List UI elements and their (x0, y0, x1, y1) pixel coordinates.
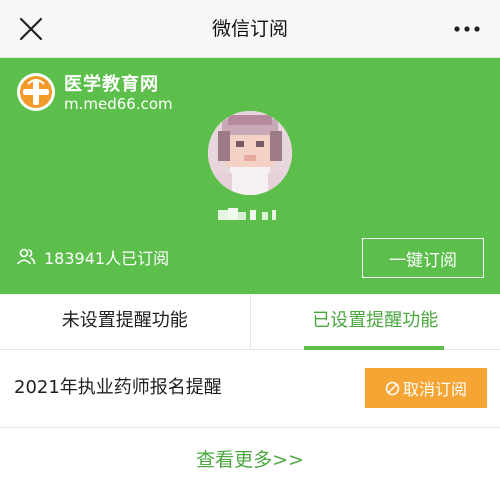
tab-not-set[interactable]: 未设置提醒功能 (0, 294, 251, 349)
page-title: 微信订阅 (211, 18, 288, 40)
people-icon (16, 248, 36, 265)
logo-url: m.med66.com (64, 95, 173, 113)
subscriber-count: 183941人已订阅 (16, 242, 169, 272)
nav-bar: 微信订阅 (0, 0, 500, 58)
logo-title: 医学教育网 (64, 74, 159, 95)
more-icon[interactable] (452, 18, 482, 40)
avatar-image (208, 111, 292, 195)
account-name-pixelated (200, 204, 300, 226)
subscribe-all-button[interactable]: 一键订阅 (362, 238, 484, 278)
reminder-title: 2021年执业药师报名提醒 (14, 377, 222, 398)
view-more-link[interactable]: 查看更多>> (0, 438, 500, 482)
subscriber-count-text: 183941人已订阅 (44, 249, 170, 268)
unsubscribe-button[interactable]: 取消订阅 (365, 368, 487, 408)
unsubscribe-label: 取消订阅 (402, 380, 467, 399)
account-hero: 医学教育网 m.med66.com 183941人已订阅 一键订阅 (0, 58, 500, 294)
brand-logo: 医学教育网 m.med66.com (16, 68, 216, 120)
logo-mark-icon (17, 73, 55, 111)
tab-set[interactable]: 已设置提醒功能 (251, 294, 500, 349)
account-name-blur (218, 208, 276, 220)
list-item: 2021年执业药师报名提醒 取消订阅 (0, 350, 500, 428)
reminder-tabs: 未设置提醒功能 已设置提醒功能 (0, 294, 500, 350)
avatar (208, 111, 292, 195)
cancel-circle-icon (385, 381, 400, 395)
